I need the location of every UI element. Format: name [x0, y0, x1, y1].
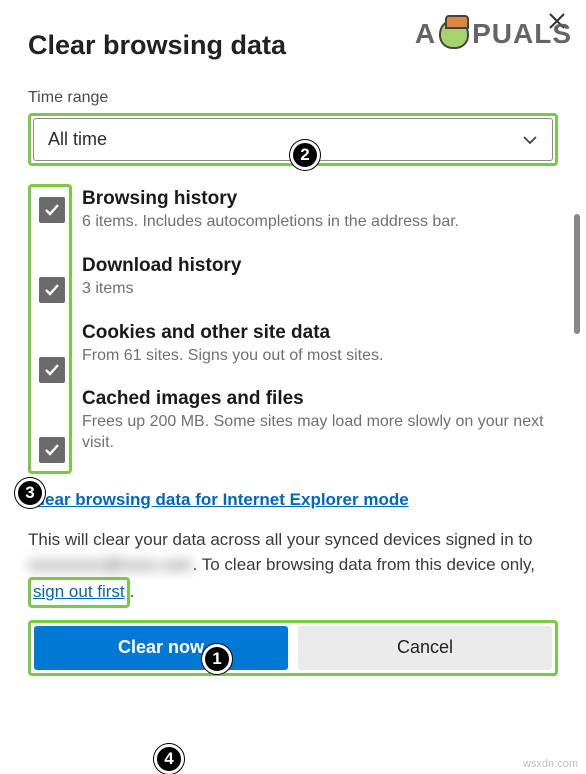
option-title: Cookies and other site data [82, 322, 330, 344]
buttons-highlight: Clear now Cancel [28, 620, 558, 676]
source-watermark: wsxdn.com [523, 758, 578, 770]
annotation-badge-1: 1 [202, 644, 232, 674]
time-range-label: Time range [28, 89, 558, 107]
checkbox-browsing-history[interactable] [39, 197, 65, 223]
sync-info-text: This will clear your data across all you… [28, 528, 558, 608]
option-cached[interactable]: Cached images and files Frees up 200 MB.… [82, 388, 558, 454]
clear-browsing-data-dialog: A PUALS Clear browsing data Time range A… [0, 0, 586, 774]
option-desc: 6 items. Includes autocompletions in the… [82, 212, 459, 233]
option-title: Browsing history [82, 188, 237, 210]
option-cookies[interactable]: Cookies and other site data From 61 site… [82, 322, 558, 367]
close-icon [548, 12, 566, 30]
checkbox-cached[interactable] [39, 437, 65, 463]
option-desc: 3 items [82, 279, 134, 300]
close-button[interactable] [544, 8, 570, 38]
clear-now-button[interactable]: Clear now [34, 626, 288, 670]
info-prefix: This will clear your data across all you… [28, 530, 533, 549]
cancel-button[interactable]: Cancel [298, 626, 552, 670]
scrollbar[interactable] [574, 214, 580, 334]
chevron-down-icon [522, 132, 538, 148]
option-desc: From 61 sites. Signs you out of most sit… [82, 346, 383, 367]
time-range-value: All time [48, 129, 107, 150]
checkbox-cookies[interactable] [39, 357, 65, 383]
annotation-badge-3: 3 [15, 478, 45, 508]
info-suffix: . [130, 582, 135, 601]
checkbox-download-history[interactable] [39, 277, 65, 303]
option-download-history[interactable]: Download history 3 items [82, 255, 558, 300]
info-email: xxxxxxxxx@xxxx.com [28, 555, 193, 574]
annotation-badge-4: 4 [154, 744, 184, 774]
checkbox-highlight [28, 184, 72, 474]
option-title: Cached images and files [82, 388, 304, 410]
info-mid: . To clear browsing data from this devic… [193, 555, 535, 574]
option-browsing-history[interactable]: Browsing history 6 items. Includes autoc… [82, 188, 558, 233]
option-title: Download history [82, 255, 241, 277]
annotation-badge-2: 2 [290, 140, 320, 170]
sign-out-link[interactable]: sign out first [33, 582, 125, 601]
option-desc: Frees up 200 MB. Some sites may load mor… [82, 412, 558, 454]
signout-highlight: sign out first [28, 577, 130, 608]
options-list: Browsing history 6 items. Includes autoc… [72, 184, 558, 458]
ie-mode-link[interactable]: Clear browsing data for Internet Explore… [28, 490, 409, 510]
dialog-title: Clear browsing data [28, 30, 558, 61]
